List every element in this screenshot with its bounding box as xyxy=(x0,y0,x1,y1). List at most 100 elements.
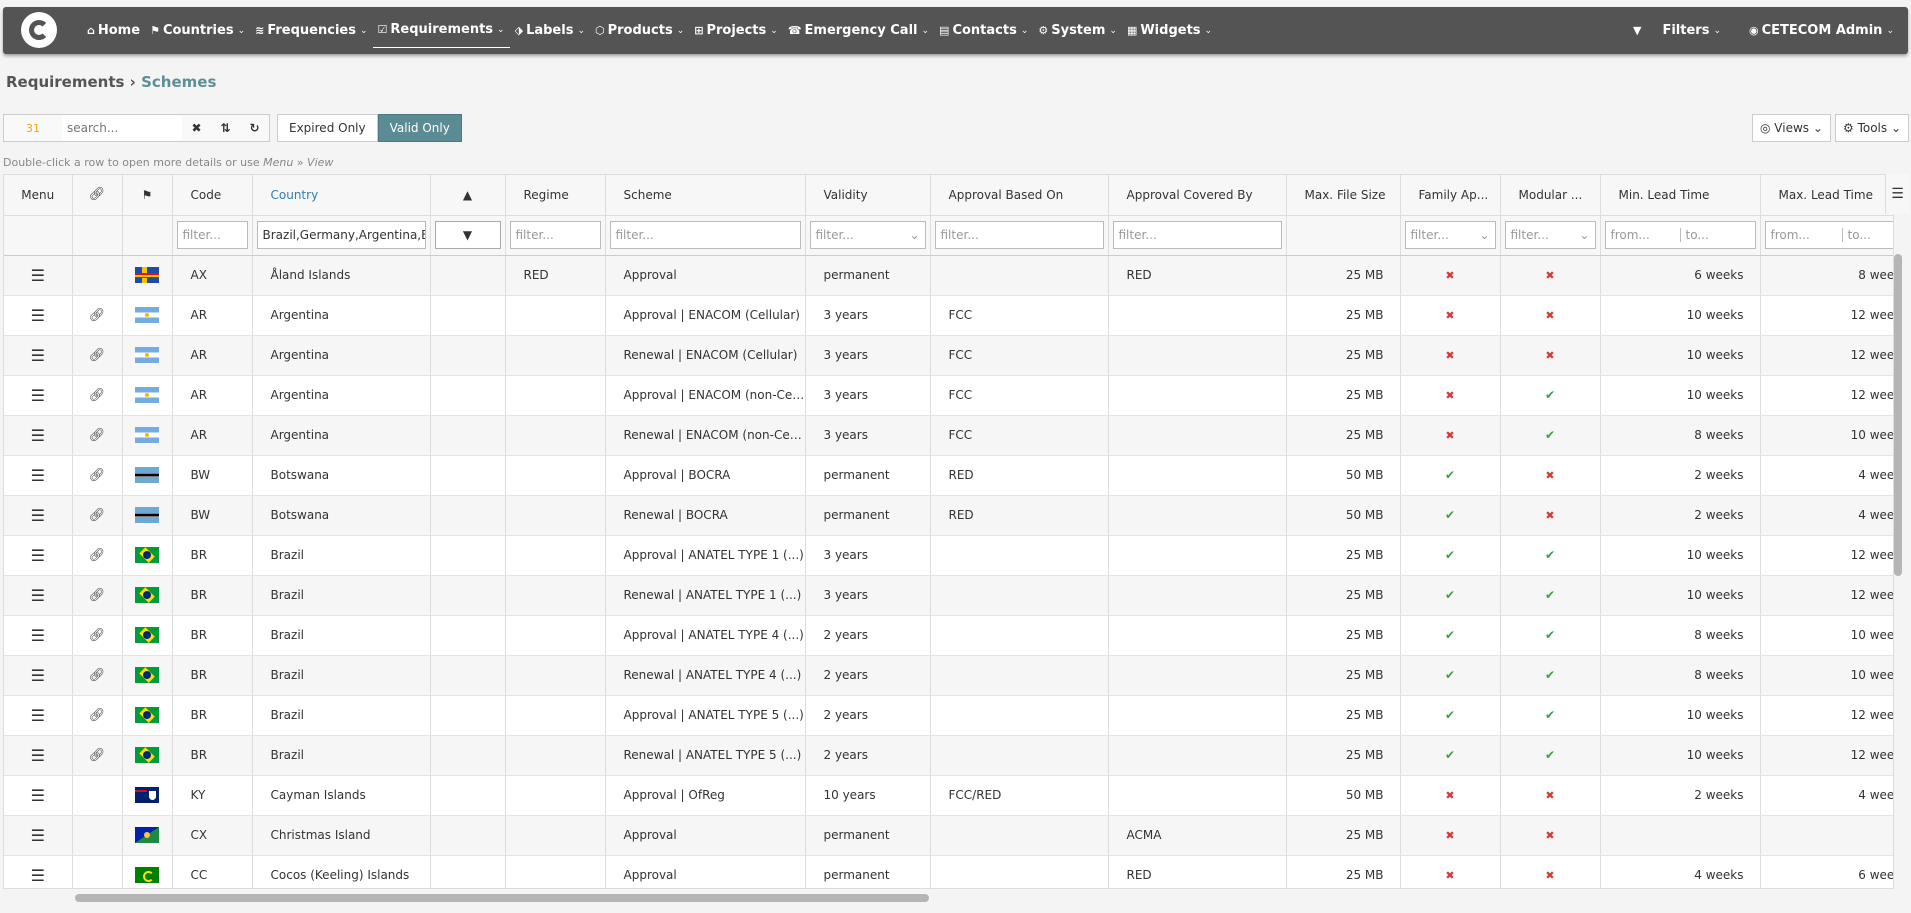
nav-system[interactable]: ⚙ System ⌄ xyxy=(1033,7,1122,54)
row-link-cell[interactable]: 🔗︎ xyxy=(72,335,123,376)
row-menu-cell[interactable]: ☰ xyxy=(4,495,73,536)
filters-menu[interactable]: ▼ Filters ⌄ xyxy=(1633,7,1735,54)
row-link-cell[interactable]: 🔗︎ xyxy=(72,575,123,616)
row-menu-cell[interactable]: ☰ xyxy=(4,375,73,416)
col-link[interactable]: 🔗︎ xyxy=(72,175,123,216)
row-link-cell[interactable]: 🔗︎ xyxy=(72,455,123,496)
row-link-cell[interactable]: 🔗︎ xyxy=(72,375,123,416)
warning-filter-button[interactable]: ▼ xyxy=(434,221,501,249)
row-menu-cell[interactable]: ☰ xyxy=(4,535,73,576)
tools-button[interactable]: ⚙ Tools ⌄ xyxy=(1835,114,1910,142)
row-link-cell[interactable]: 🔗︎ xyxy=(72,655,123,696)
row-menu-cell[interactable]: ☰ xyxy=(4,575,73,616)
max-lead-to[interactable]: to... xyxy=(1841,228,1894,242)
max-lead-from[interactable]: from... xyxy=(1766,228,1842,242)
search-box[interactable] xyxy=(62,114,183,142)
nav-countries[interactable]: ⚑ Countries ⌄ xyxy=(145,7,250,54)
table-row[interactable]: ☰ 🔗︎ BR Brazil Approval | ANATEL TYPE 5 (...… xyxy=(4,695,1893,736)
column-menu-button[interactable]: ☰ xyxy=(1885,174,1909,214)
row-link-cell[interactable]: 🔗︎ xyxy=(72,535,123,576)
row-link-cell[interactable]: 🔗︎ xyxy=(72,415,123,456)
table-row[interactable]: ☰ 🔗︎ BW Botswana Renewal | BOCRA permanent RED… xyxy=(4,495,1893,536)
row-menu-cell[interactable]: ☰ xyxy=(4,335,73,376)
family-approval-filter[interactable]: filter... ⌄ xyxy=(1404,221,1496,249)
col-regime[interactable]: Regime xyxy=(505,175,606,216)
views-button[interactable]: ◎ Views ⌄ xyxy=(1752,114,1831,142)
row-menu-cell[interactable]: ☰ xyxy=(4,415,73,456)
nav-requirements[interactable]: ☑ Requirements ⌄ xyxy=(372,12,510,48)
sort-button[interactable]: ⇅ xyxy=(211,114,241,142)
row-menu-cell[interactable]: ☰ xyxy=(4,855,73,888)
nav-frequencies[interactable]: ≋ Frequencies ⌄ xyxy=(250,7,372,54)
row-menu-cell[interactable]: ☰ xyxy=(4,255,73,296)
row-menu-cell[interactable]: ☰ xyxy=(4,815,73,856)
nav-widgets[interactable]: ▦ Widgets ⌄ xyxy=(1122,7,1217,54)
clear-search-button[interactable]: ✖ xyxy=(182,114,212,142)
table-row[interactable]: ☰ 🔗︎ BR Brazil Approval | ANATEL TYPE 1 (...… xyxy=(4,535,1893,576)
max-lead-time-filter[interactable]: from... to... xyxy=(1764,221,1894,249)
row-menu-cell[interactable]: ☰ xyxy=(4,295,73,336)
nav-emergency-call[interactable]: ☎ Emergency Call ⌄ xyxy=(783,7,934,54)
min-lead-time-filter[interactable]: from... to... xyxy=(1604,221,1756,249)
nav-projects[interactable]: ⊞ Projects ⌄ xyxy=(689,7,783,54)
approval-covered-by-filter[interactable]: filter... xyxy=(1112,221,1282,249)
expired-only-button[interactable]: Expired Only xyxy=(277,114,378,142)
row-link-cell[interactable]: 🔗︎ xyxy=(72,295,123,336)
col-min-lead-time[interactable]: Min. Lead Time xyxy=(1600,175,1761,216)
scheme-filter[interactable]: filter... xyxy=(609,221,801,249)
country-filter[interactable]: Brazil,Germany,Argentina,Bc xyxy=(256,221,426,249)
col-scheme[interactable]: Scheme xyxy=(605,175,806,216)
min-lead-from[interactable]: from... xyxy=(1606,228,1680,242)
col-validity[interactable]: Validity xyxy=(805,175,931,216)
nav-contacts[interactable]: ▤ Contacts ⌄ xyxy=(934,7,1033,54)
col-approval-based-on[interactable]: Approval Based On xyxy=(930,175,1109,216)
col-code[interactable]: Code xyxy=(172,175,253,216)
table-row[interactable]: ☰ CC Cocos (Keeling) Islands Approval perman… xyxy=(4,855,1893,888)
row-menu-cell[interactable]: ☰ xyxy=(4,695,73,736)
cetecom-logo[interactable] xyxy=(21,12,57,48)
table-row[interactable]: ☰ KY Cayman Islands Approval | OfReg 10 year… xyxy=(4,775,1893,816)
nav-products[interactable]: ⬡ Products ⌄ xyxy=(590,7,689,54)
table-row[interactable]: ☰ 🔗︎ AR Argentina Renewal | ENACOM (Cellular… xyxy=(4,335,1893,376)
nav-labels[interactable]: ⬗ Labels ⌄ xyxy=(510,7,590,54)
row-link-cell[interactable]: 🔗︎ xyxy=(72,495,123,536)
table-row[interactable]: ☰ 🔗︎ BW Botswana Approval | BOCRA permanent RE… xyxy=(4,455,1893,496)
vertical-scrollbar[interactable] xyxy=(1894,254,1902,576)
table-row[interactable]: ☰ 🔗︎ AR Argentina Approval | ENACOM (Cellula… xyxy=(4,295,1893,336)
col-warning[interactable]: ▲ xyxy=(430,175,506,216)
horizontal-scrollbar[interactable] xyxy=(75,894,929,902)
approval-based-on-filter[interactable]: filter... xyxy=(934,221,1104,249)
table-row[interactable]: ☰ 🔗︎ BR Brazil Renewal | ANATEL TYPE 1 (...)… xyxy=(4,575,1893,616)
validity-filter[interactable]: filter... ⌄ xyxy=(809,221,926,249)
col-modular[interactable]: Modular ... xyxy=(1500,175,1601,216)
table-row[interactable]: ☰ 🔗︎ AR Argentina Renewal | ENACOM (non-Cell… xyxy=(4,415,1893,456)
table-row[interactable]: ☰ 🔗︎ BR Brazil Renewal | ANATEL TYPE 5 (...)… xyxy=(4,735,1893,776)
refresh-button[interactable]: ↻ xyxy=(240,114,270,142)
table-row[interactable]: ☰ 🔗︎ BR Brazil Renewal | ANATEL TYPE 4 (...)… xyxy=(4,655,1893,696)
col-country[interactable]: Country xyxy=(252,175,431,216)
row-menu-cell[interactable]: ☰ xyxy=(4,615,73,656)
user-menu[interactable]: ◉ CETECOM Admin ⌄ xyxy=(1735,7,1908,54)
search-input[interactable] xyxy=(67,121,177,135)
row-menu-cell[interactable]: ☰ xyxy=(4,655,73,696)
row-menu-cell[interactable]: ☰ xyxy=(4,735,73,776)
col-max-file-size[interactable]: Max. File Size xyxy=(1286,175,1401,216)
table-row[interactable]: ☰ 🔗︎ AR Argentina Approval | ENACOM (non-Cel… xyxy=(4,375,1893,416)
modular-filter[interactable]: filter... ⌄ xyxy=(1504,221,1596,249)
col-approval-covered-by[interactable]: Approval Covered By xyxy=(1108,175,1287,216)
code-filter[interactable]: filter... xyxy=(176,221,248,249)
min-lead-to[interactable]: to... xyxy=(1679,228,1755,242)
regime-filter[interactable]: filter... xyxy=(509,221,601,249)
col-max-lead-time[interactable]: Max. Lead Time xyxy=(1760,175,1893,216)
col-flag[interactable]: ⚑ xyxy=(122,175,173,216)
breadcrumb-parent[interactable]: Requirements xyxy=(6,73,124,91)
row-menu-cell[interactable]: ☰ xyxy=(4,775,73,816)
row-menu-cell[interactable]: ☰ xyxy=(4,455,73,496)
col-menu[interactable]: Menu xyxy=(4,175,73,216)
row-link-cell[interactable]: 🔗︎ xyxy=(72,695,123,736)
table-row[interactable]: ☰ CX Christmas Island Approval permanent ACMA… xyxy=(4,815,1893,856)
row-link-cell[interactable]: 🔗︎ xyxy=(72,735,123,776)
table-row[interactable]: ☰ AX Åland Islands RED Approval permanent RED 2… xyxy=(4,255,1893,296)
table-row[interactable]: ☰ 🔗︎ BR Brazil Approval | ANATEL TYPE 4 (...… xyxy=(4,615,1893,656)
valid-only-button[interactable]: Valid Only xyxy=(377,114,462,142)
